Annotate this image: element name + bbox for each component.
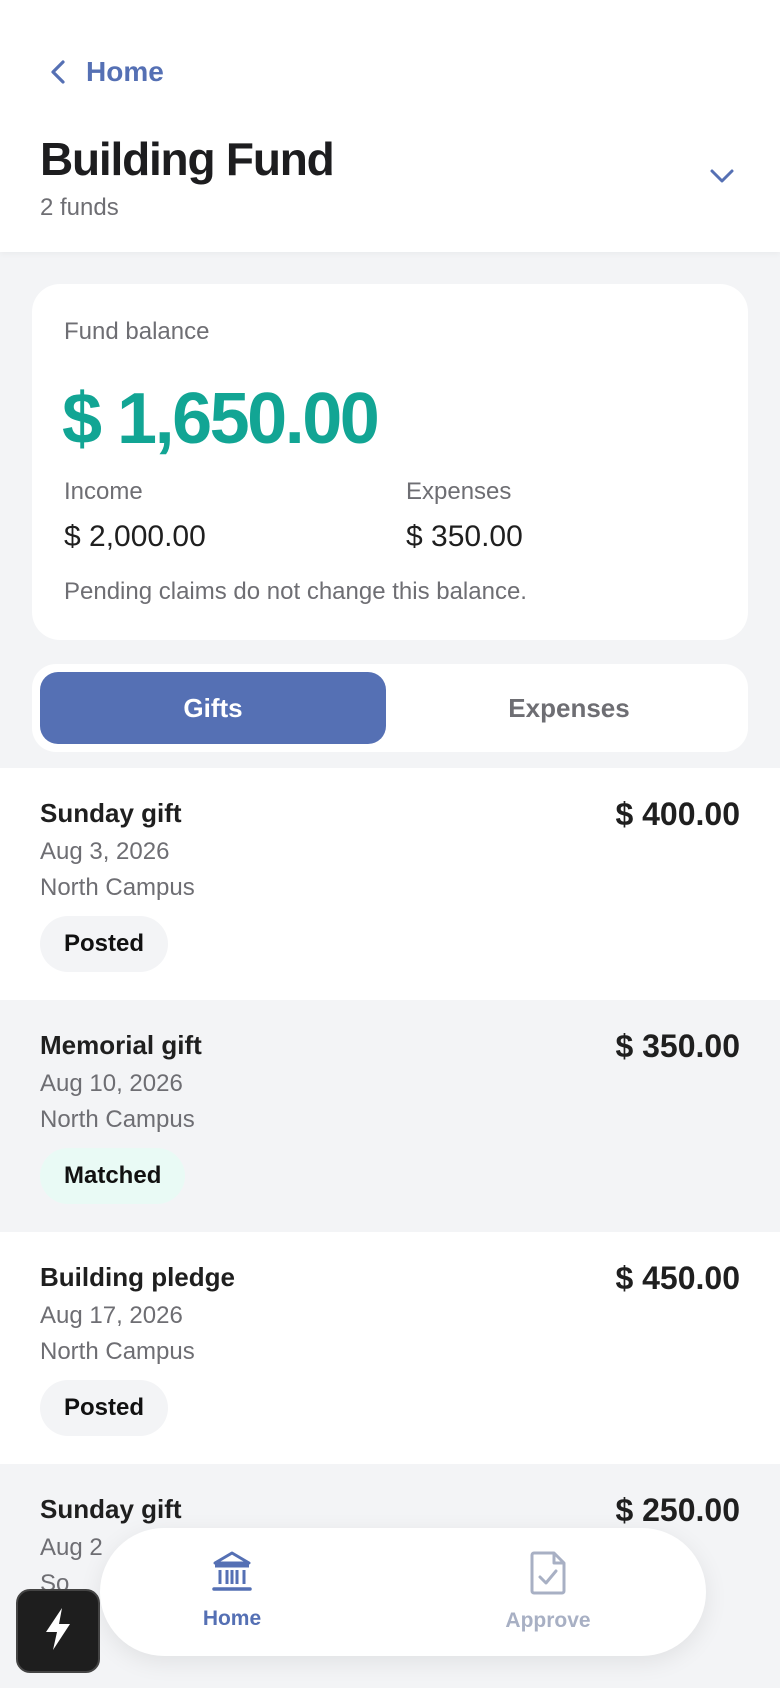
gift-date: Aug 3, 2026 — [40, 838, 170, 865]
list-item[interactable]: Memorial gift Aug 10, 2026 North Campus … — [0, 1000, 780, 1232]
expenses-label: Expenses — [406, 478, 512, 505]
fund-detail-screen: Home Building Fund 2 funds Fund balance … — [0, 0, 780, 1688]
balance-label: Fund balance — [64, 318, 210, 345]
status-badge: Matched — [40, 1148, 186, 1204]
gift-name: Sunday gift — [40, 1494, 182, 1524]
gift-date: Aug 17, 2026 — [40, 1302, 183, 1329]
segmented-tabs: Gifts Expenses — [32, 664, 748, 752]
page-title: Building Fund — [40, 133, 335, 185]
balance-note: Pending claims do not change this balanc… — [64, 578, 527, 605]
gift-date: Aug 2 — [40, 1534, 103, 1561]
bank-icon — [212, 1550, 252, 1599]
tab-expenses[interactable]: Expenses — [398, 672, 740, 744]
status-badge: Posted — [40, 1380, 169, 1436]
nav-home-label: Home — [202, 1607, 262, 1630]
nav-approve-label: Approve — [505, 1609, 591, 1632]
gift-name: Sunday gift — [40, 798, 182, 828]
gift-campus: North Campus — [40, 1106, 195, 1133]
chevron-down-icon — [709, 167, 735, 190]
list-item[interactable]: Building pledge Aug 17, 2026 North Campu… — [0, 1232, 780, 1464]
gift-date: Aug 10, 2026 — [40, 1070, 183, 1097]
chevron-left-icon — [44, 52, 72, 92]
document-check-icon — [528, 1550, 568, 1601]
back-label: Home — [86, 56, 164, 87]
balance-amount: $ 1,650.00 — [62, 379, 380, 459]
list-item[interactable]: Sunday gift Aug 3, 2026 North Campus $ 4… — [0, 768, 780, 1000]
tab-gifts[interactable]: Gifts — [40, 672, 386, 744]
nav-home[interactable]: Home — [162, 1550, 302, 1631]
gift-amount: $ 450.00 — [615, 1260, 740, 1296]
bottom-nav: Home Approve — [100, 1528, 706, 1656]
gift-amount: $ 350.00 — [615, 1028, 740, 1064]
income-value: $ 2,000.00 — [64, 520, 206, 553]
expenses-value: $ 350.00 — [406, 520, 523, 553]
gift-campus: North Campus — [40, 874, 195, 901]
gift-amount: $ 250.00 — [615, 1492, 740, 1528]
quick-action-button[interactable] — [16, 1589, 100, 1673]
back-button[interactable]: Home — [44, 52, 164, 92]
status-badge: Posted — [40, 916, 169, 972]
nav-approve[interactable]: Approve — [478, 1550, 618, 1633]
fund-dropdown-button[interactable] — [702, 158, 742, 198]
gift-amount: $ 400.00 — [615, 796, 740, 832]
gift-name: Building pledge — [40, 1262, 235, 1292]
gift-campus: North Campus — [40, 1338, 195, 1365]
lightning-icon — [41, 1606, 75, 1657]
income-summary: Income $ 2,000.00 — [64, 478, 206, 554]
page-header: Home Building Fund 2 funds — [0, 0, 780, 252]
gift-name: Memorial gift — [40, 1030, 202, 1060]
income-label: Income — [64, 478, 143, 505]
balance-card: Fund balance $ 1,650.00 Income $ 2,000.0… — [32, 284, 748, 640]
fund-count: 2 funds — [40, 194, 119, 221]
expenses-summary: Expenses $ 350.00 — [406, 478, 523, 554]
